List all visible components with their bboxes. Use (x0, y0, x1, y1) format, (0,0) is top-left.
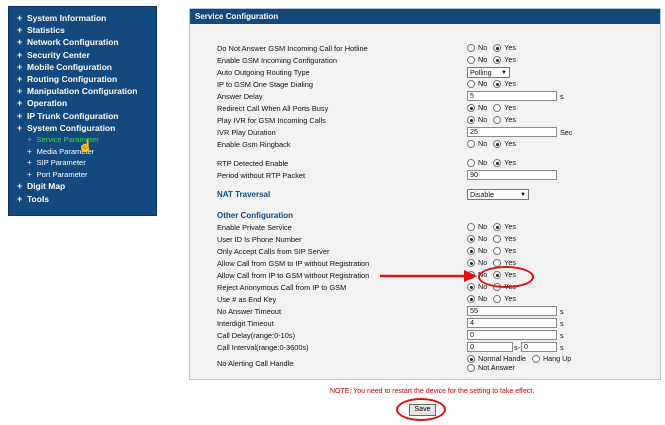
nav-manipulation-configuration[interactable]: + Manipulation Configuration (17, 85, 156, 97)
row-user-id-phone: User ID Is Phone Number No Yes (217, 234, 516, 244)
radio-yes[interactable] (493, 79, 502, 88)
nav-security-center[interactable]: + Security Center (17, 49, 156, 61)
radio-yes[interactable] (493, 103, 502, 112)
radio-no[interactable] (467, 79, 475, 88)
row-gsm-ringback: Enable Gsm Ringback No Yes (217, 139, 516, 149)
radio-no[interactable] (467, 55, 475, 64)
radio-no[interactable] (467, 43, 475, 52)
nav-digit-map[interactable]: + Digit Map (17, 180, 156, 192)
radio-yes[interactable] (493, 222, 502, 231)
rtp-period-input[interactable]: 90 (467, 170, 557, 180)
radio-hang-up[interactable] (531, 354, 540, 363)
row-no-answer-timeout: No Answer Timeout 55 s (217, 306, 564, 316)
radio-no[interactable] (467, 115, 475, 124)
radio-yes[interactable] (493, 139, 502, 148)
row-ip-to-gsm: IP to GSM One Stage Dialing No Yes (217, 79, 516, 89)
service-configuration-panel: Service Configuration Do Not Answer GSM … (189, 8, 661, 380)
annotation-ellipse-yes (478, 266, 534, 288)
radio-yes[interactable] (493, 55, 502, 64)
radio-yes[interactable] (493, 115, 502, 124)
radio-no[interactable] (467, 234, 475, 243)
row-rtp-period: Period without RTP Packet 90 (217, 170, 657, 182)
radio-no[interactable] (467, 158, 475, 167)
radio-yes[interactable] (493, 234, 502, 243)
radio-yes[interactable] (493, 246, 502, 255)
radio-not-answer[interactable] (467, 363, 475, 372)
radio-yes[interactable] (493, 43, 502, 52)
nav-network-configuration[interactable]: + Network Configuration (17, 36, 156, 48)
radio-yes[interactable] (493, 294, 502, 303)
dropdown-arrow-icon: ▼ (501, 69, 507, 76)
nav-operation[interactable]: + Operation (17, 97, 156, 109)
row-auto-routing: Auto Outgoing Routing Type Polling ▼ (217, 67, 657, 79)
panel-title: Service Configuration (190, 9, 660, 24)
auto-routing-select[interactable]: Polling ▼ (467, 67, 510, 78)
row-nat-traversal: NAT Traversal Disable ▼ (217, 189, 657, 203)
sidebar-nav: + System Information + Statistics + Network… (8, 6, 157, 216)
restart-note: NOTE: You need to restart the device for… (330, 388, 535, 395)
call-delay-input[interactable]: 0 (467, 330, 557, 340)
no-answer-timeout-input[interactable]: 55 (467, 306, 557, 316)
row-no-alerting: No Alerting Call Handle Normal Handle Ha… (217, 354, 572, 372)
radio-no[interactable] (467, 139, 475, 148)
nav-sub-sip-parameter[interactable]: + SIP Parameter (17, 157, 156, 169)
row-hotline: Do Not Answer GSM Incoming Call for Hotl… (217, 43, 516, 53)
row-hash-end-key: Use # as End Key No Yes (217, 294, 516, 304)
ivr-duration-input[interactable]: 25 (467, 127, 557, 137)
nat-traversal-select[interactable]: Disable ▼ (467, 189, 529, 200)
row-redirect-busy: Redirect Call When All Ports Busy No Yes (217, 103, 516, 113)
call-interval-from-input[interactable]: 0 (467, 342, 513, 352)
annotation-arrow-icon (380, 270, 477, 282)
nav-tools[interactable]: + Tools (17, 192, 156, 204)
nav-system-information[interactable]: + System Information (17, 12, 156, 24)
nav-sub-port-parameter[interactable]: + Port Parameter (17, 169, 156, 181)
nav-ip-trunk-configuration[interactable]: + IP Trunk Configuration (17, 110, 156, 122)
row-call-interval: Call Interval(range:0-3600s) 0 s- 0 s (217, 342, 564, 352)
nav-statistics[interactable]: + Statistics (17, 24, 156, 36)
nav-system-configuration[interactable]: + System Configuration (17, 122, 156, 134)
row-play-ivr: Play IVR for GSM Incoming Calls No Yes (217, 115, 516, 125)
row-private-service: Enable Private Service No Yes (217, 222, 516, 232)
nav-routing-configuration[interactable]: + Routing Configuration (17, 73, 156, 85)
answer-delay-input[interactable]: 5 (467, 91, 557, 101)
radio-no[interactable] (467, 258, 475, 267)
nav-mobile-configuration[interactable]: + Mobile Configuration (17, 61, 156, 73)
dropdown-arrow-icon: ▼ (520, 191, 526, 198)
hand-cursor-icon: ☝ (78, 139, 93, 153)
radio-no[interactable] (467, 222, 475, 231)
call-interval-to-input[interactable]: 0 (521, 342, 557, 352)
annotation-ellipse-save (396, 398, 446, 421)
row-rtp-detected: RTP Detected Enable No Yes (217, 158, 516, 168)
row-accept-sip-server: Only Accept Calls from SIP Server No Yes (217, 246, 516, 256)
radio-no[interactable] (467, 294, 475, 303)
row-answer-delay: Answer Delay 5s (217, 91, 564, 101)
row-ivr-duration: IVR Play Duration 25 Sec (217, 127, 573, 137)
service-form: Do Not Answer GSM Incoming Call for Hotl… (217, 43, 657, 374)
row-gsm-incoming: Enable GSM Incoming Configuration No Yes (217, 55, 516, 65)
other-config-heading: Other Configuration (217, 211, 293, 220)
row-call-delay: Call Delay(range:0-10s) 0s (217, 330, 564, 340)
radio-no[interactable] (467, 103, 475, 112)
interdigit-timeout-input[interactable]: 4 (467, 318, 557, 328)
row-interdigit-timeout: Interdigit Timeout 4s (217, 318, 564, 328)
radio-normal-handle[interactable] (467, 354, 475, 363)
radio-yes[interactable] (493, 158, 502, 167)
radio-no[interactable] (467, 246, 475, 255)
